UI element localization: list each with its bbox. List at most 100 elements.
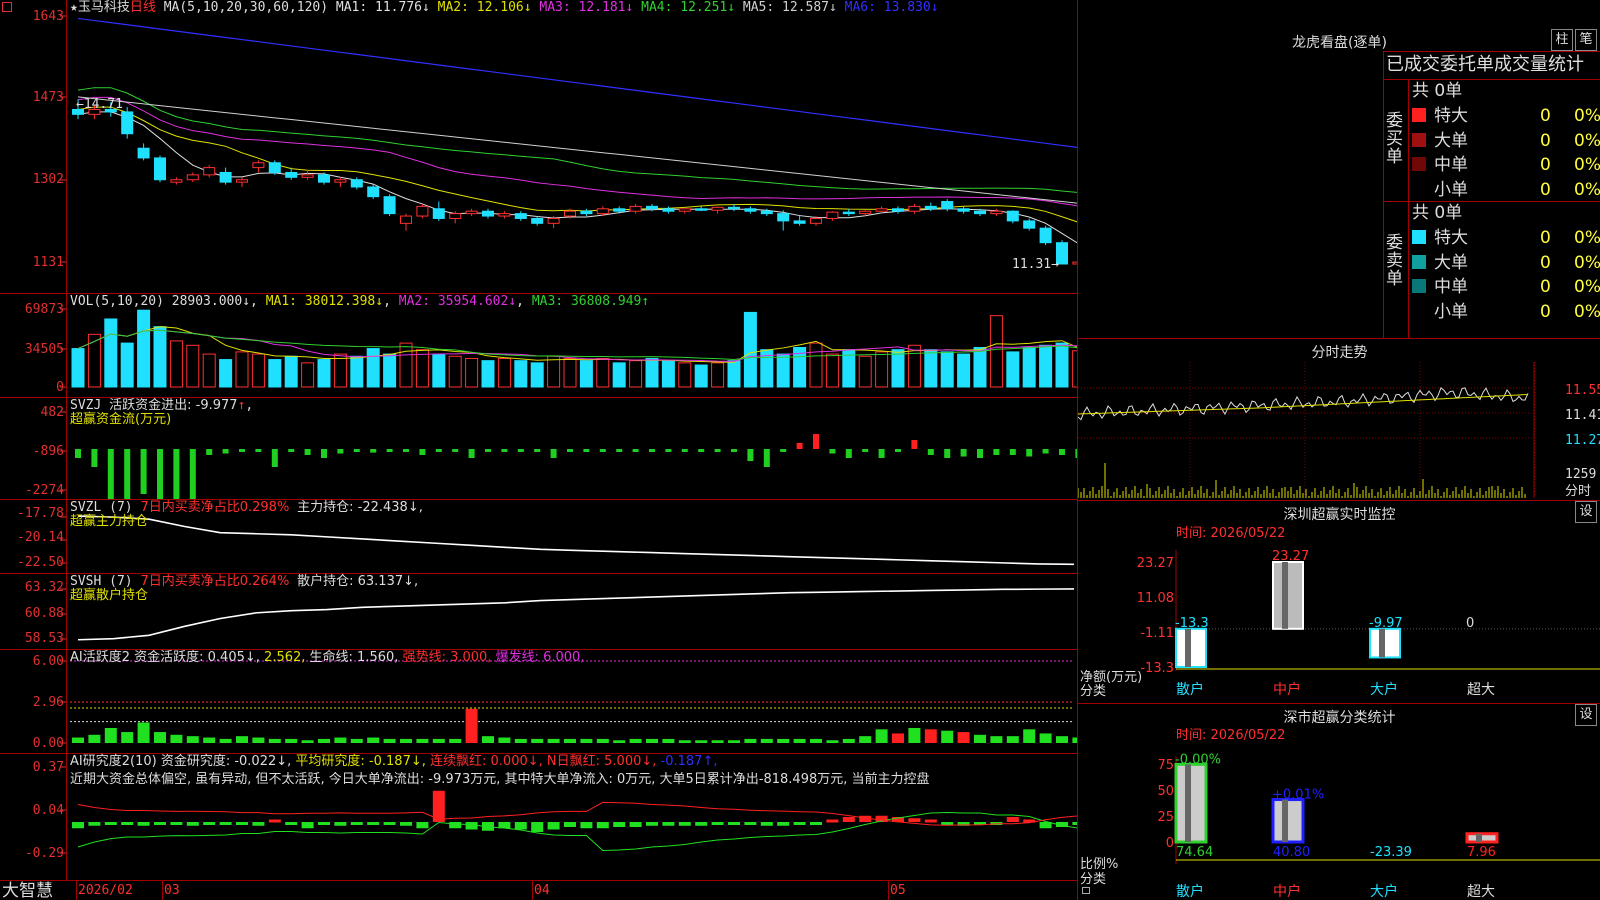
intraday-chart[interactable] — [1078, 362, 1600, 500]
ai-activity-value: 资金活跃度: 0.405↓, — [134, 650, 260, 665]
activity-bar — [760, 738, 773, 743]
fund-flow-bar — [222, 449, 229, 454]
activity-bar — [367, 737, 380, 743]
research-bar — [580, 822, 593, 829]
volume-bar — [743, 311, 757, 388]
candle — [974, 210, 986, 215]
sz-y-tick: 23.27 — [1137, 556, 1174, 571]
activity-bar — [154, 732, 166, 743]
svzl-y-tick: -22.50 — [17, 555, 64, 570]
bar-view-button[interactable]: 柱 — [1551, 29, 1573, 51]
volume-bar — [317, 359, 331, 388]
activity-bar — [826, 740, 839, 743]
order-row: 大单 0 0% — [1412, 251, 1600, 273]
holding-line — [77, 588, 1075, 641]
research-bar — [285, 822, 298, 825]
main-holding-title: SVZL (7) — [70, 500, 133, 515]
order-row-count: 0 — [1540, 179, 1551, 200]
candle — [465, 210, 478, 215]
sz-y-tick: -13.3 — [1140, 661, 1174, 676]
fund-flow-bar — [403, 449, 409, 452]
candlestick-chart[interactable] — [0, 0, 1077, 294]
sc-stats-chart[interactable]: 75 50 25 0 比例%分类散户 -0.00% 74.64 中户 +0.01% 40.80 大户… — [1078, 746, 1600, 900]
sc-settings-button[interactable]: 设 — [1575, 704, 1597, 726]
retail-holding-panel[interactable]: SVSH (7) 7日内买卖净占比0.264% 散户持仓: 63.137↓, 超… — [0, 574, 1077, 650]
svzl-y-tick: -20.14 — [17, 530, 64, 545]
intraday-price: 11.27 — [1565, 433, 1600, 448]
order-row-pct: 0% — [1574, 301, 1600, 322]
candle — [990, 210, 1003, 215]
tick-view-button[interactable]: 笔 — [1575, 29, 1597, 51]
fund-flow-bar — [386, 449, 393, 452]
volume-bar — [202, 353, 216, 388]
activity-bar — [990, 736, 1003, 743]
ma-legend-item: MA6: 13.830↓ — [844, 0, 939, 15]
volume-bar — [907, 344, 921, 388]
candle — [334, 179, 347, 183]
candle — [875, 208, 888, 212]
date-tick: 05 — [890, 883, 906, 898]
sz-monitor-chart[interactable]: 23.2711.08-1.11-13.3净额(万元)分类 散户-13.3中户23.… — [1078, 545, 1600, 700]
fund-flow-bar — [878, 449, 885, 458]
activity-bar — [1006, 736, 1019, 743]
kline-y-tick: 1643 — [32, 9, 64, 24]
research-bar — [941, 822, 954, 825]
divider — [1408, 79, 1409, 339]
order-row: 特大 0 0% — [1412, 226, 1600, 248]
main-holding-panel[interactable]: SVZL (7) 7日内买卖净占比0.298% 主力持仓: -22.438↓, … — [0, 500, 1077, 574]
research-bar — [400, 822, 412, 826]
order-row-pct: 0% — [1574, 277, 1600, 297]
menu-corner-icon[interactable] — [2, 2, 12, 12]
candle — [678, 208, 691, 212]
research-bar — [810, 822, 822, 825]
ai-research-panel[interactable]: AI研究度2(10) 资金研究度: -0.022↓, 平均研究度: -0.187… — [0, 754, 1077, 880]
fund-flow-bar — [616, 449, 623, 452]
fund-flow-bar — [1059, 449, 1065, 455]
candle — [547, 217, 560, 224]
sz-settings-button[interactable]: 设 — [1575, 501, 1597, 523]
sc-y-tick: 75 — [1157, 758, 1174, 773]
sz-axis-label: 分类 — [1080, 684, 1106, 699]
kline-panel[interactable]: ★玉马科技日线 MA(5,10,20,30,60,120) MA1: 11.77… — [0, 0, 1077, 294]
svsh-y-tick: 58.53 — [24, 631, 64, 646]
volume-bar — [563, 357, 577, 388]
ai-activity-panel[interactable]: AI活跃度2 资金活跃度: 0.405↓, 2.562, 生命线: 1.560,… — [0, 650, 1077, 754]
right-sidebar: 龙虎看盘(逐单) 柱 笔 已成交委托单成交量统计 委买单 共 0单 特大 0 0% 大… — [1077, 0, 1600, 900]
fund-flow-bar — [599, 449, 606, 452]
volume-bar — [514, 360, 528, 388]
stock-name[interactable]: 玉马科技 — [78, 0, 130, 15]
research-bar — [88, 822, 101, 826]
fund-flow-bar — [944, 449, 951, 458]
ai2-y-tick: -0.29 — [24, 846, 64, 861]
research-bar — [613, 822, 626, 827]
order-row-name: 小单 — [1434, 301, 1468, 322]
ai2-y-tick: 0.37 — [32, 760, 64, 775]
brand-logo[interactable]: 大智慧 — [2, 882, 53, 900]
research-bar — [72, 822, 84, 829]
sell-side-label: 委卖单 — [1386, 233, 1403, 289]
candle — [1023, 220, 1036, 229]
candle — [170, 179, 183, 183]
candle — [514, 213, 527, 219]
volume-bar — [137, 309, 151, 388]
activity-bar — [400, 738, 412, 743]
ma-legend-item: MA3: 12.181↓ — [539, 0, 642, 15]
research-bar — [547, 822, 560, 830]
fund-flow-panel[interactable]: SVZJ 活跃资金进出: -9.977↑, 超赢资金流(万元) 482 -896… — [0, 398, 1077, 500]
fund-flow-bar — [435, 449, 442, 452]
fund-flow-bar — [91, 449, 98, 467]
candle — [810, 217, 822, 224]
activity-bar — [88, 734, 101, 743]
fund-flow-bar — [321, 449, 327, 458]
period-label[interactable]: 日线 — [130, 0, 156, 15]
svzj-y-tick: -2274 — [24, 483, 64, 498]
fund-flow-bar — [189, 449, 196, 500]
activity-bar — [104, 727, 117, 743]
activity-bar — [203, 737, 216, 743]
ai-activity-strong: 强势线: 3.000, — [402, 650, 492, 665]
activity-bar — [678, 740, 691, 743]
fund-flow-bar — [140, 449, 147, 494]
volume-panel[interactable]: VOL(5,10,20) 28903.000↓, MA1: 38012.398↓… — [0, 294, 1077, 398]
fund-flow-bar — [255, 449, 262, 452]
fund-flow-bar — [747, 449, 754, 461]
